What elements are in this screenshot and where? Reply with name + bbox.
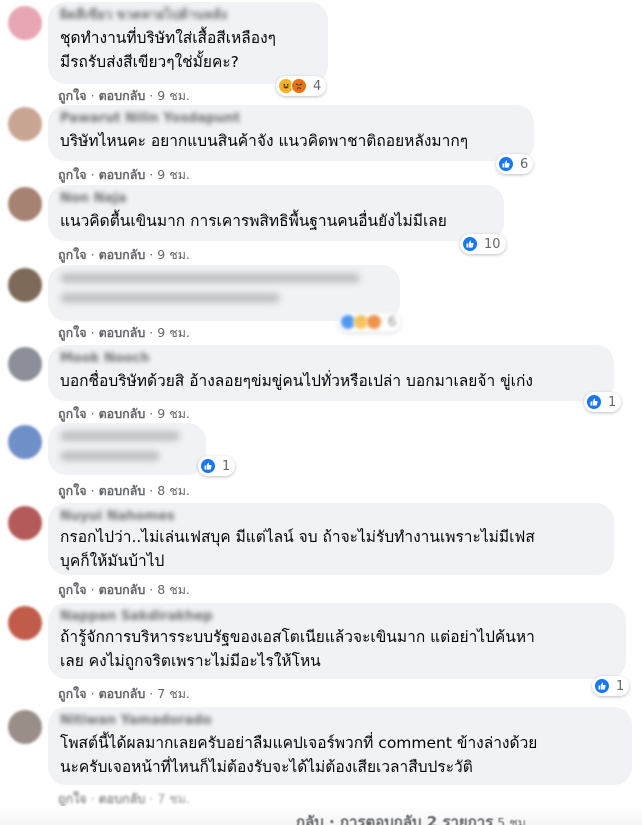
avatar[interactable] <box>8 268 42 302</box>
comment-text: โพสต์นี้ได้ผลมากเลยครับอย่าลืมแคปเจอร์พว… <box>60 734 538 776</box>
like-reaction-icon <box>462 236 478 252</box>
avatar[interactable] <box>8 606 42 640</box>
more-replies-time: 5 ชม. <box>497 815 530 825</box>
reaction-summary[interactable]: 1 <box>198 456 236 476</box>
avatar[interactable] <box>8 107 42 141</box>
comment-bubble: Mook Nooch บอกชื่อบริษัทด้วยสิ อ้างลอยๆข… <box>48 345 614 401</box>
reaction-count: 6 <box>388 314 397 330</box>
reply-link[interactable]: ตอบกลับ <box>99 406 146 421</box>
comment-bubble: Pawarut Nilin Yosdapunt บริษัทไหนคะ อยาก… <box>48 105 534 161</box>
comment-actions: ถูกใจ · ตอบกลับ · 8 ชม. <box>58 483 190 498</box>
commenter-name[interactable]: Pawarut Nilin Yosdapunt <box>60 111 522 127</box>
comment-time[interactable]: 9 ชม. <box>157 167 190 182</box>
view-more-replies-link[interactable]: กลับ · การตอบกลับ 2 รายการ 5 ชม. <box>296 810 530 825</box>
commenter-name[interactable]: Nappan Sakdirakhep <box>60 609 614 625</box>
commenter-name[interactable]: Non Naja <box>60 191 492 207</box>
comment-text: บอกชื่อบริษัทด้วยสิ อ้างลอยๆข่มขู่คนไปทั… <box>60 372 533 390</box>
blurred-comment-text <box>60 431 180 441</box>
comment-actions: ถูกใจ · ตอบกลับ · 8 ชม. <box>58 582 190 597</box>
like-link[interactable]: ถูกใจ <box>58 483 87 498</box>
like-reaction-icon <box>498 156 514 172</box>
commenter-name[interactable]: Nuyui Nahomes <box>60 509 602 525</box>
commenter-name[interactable]: Nitiwan Yamadorado <box>60 713 620 729</box>
more-replies-label[interactable]: กลับ · การตอบกลับ 2 รายการ <box>296 813 493 825</box>
reply-link[interactable]: ตอบกลับ <box>99 325 146 340</box>
comment-bubble: ผิดสีเขียว ขวดหายไปด้านหลัง ชุดทำงานที่บ… <box>48 2 328 84</box>
comment-text: ชุดทำงานที่บริษัทใส่เสื้อสีเหลืองๆ มีรถร… <box>60 29 276 71</box>
commenter-name[interactable]: Mook Nooch <box>60 351 602 367</box>
like-link[interactable]: ถูกใจ <box>58 686 87 701</box>
avatar[interactable] <box>8 187 42 221</box>
comment-time[interactable]: 9 ชม. <box>157 406 190 421</box>
reply-link[interactable]: ตอบกลับ <box>99 791 146 806</box>
avatar[interactable] <box>8 710 42 744</box>
avatar[interactable] <box>8 506 42 540</box>
comment-bubble: Nitiwan Yamadorado โพสต์นี้ได้ผลมากเลยคร… <box>48 707 632 785</box>
comment-actions: ถูกใจ · ตอบกลับ · 7 ชม. <box>58 686 190 701</box>
reaction-count: 6 <box>520 156 529 172</box>
comment-time[interactable]: 7 ชม. <box>157 791 190 806</box>
reply-link[interactable]: ตอบกลับ <box>99 88 146 103</box>
avatar[interactable] <box>8 6 42 40</box>
comment-text: แนวคิดตื้นเขินมาก การเคารพสิทธิพื้นฐานคน… <box>60 212 447 230</box>
like-reaction-icon <box>200 458 216 474</box>
reaction-summary[interactable]: 6 <box>496 154 534 174</box>
comment-actions: ถูกใจ · ตอบกลับ · 9 ชม. <box>58 247 190 262</box>
blurred-comment-text <box>60 293 280 303</box>
like-link[interactable]: ถูกใจ <box>58 325 87 340</box>
avatar[interactable] <box>8 347 42 381</box>
comment-text: ถ้ารู้จักการบริหารระบบรัฐของเอสโตเนียแล้… <box>60 628 535 670</box>
comment-time[interactable]: 8 ชม. <box>157 483 190 498</box>
comment-text: บริษัทไหนคะ อยากแบนสินค้าจัง แนวคิดพาชาต… <box>60 132 469 150</box>
like-link[interactable]: ถูกใจ <box>58 582 87 597</box>
reaction-summary[interactable]: 1 <box>584 392 622 412</box>
commenter-name[interactable]: ผิดสีเขียว ขวดหายไปด้านหลัง <box>60 8 316 24</box>
comment-bubble: Non Naja แนวคิดตื้นเขินมาก การเคารพสิทธิ… <box>48 185 504 241</box>
reaction-count: 4 <box>313 78 322 94</box>
reaction-count: 10 <box>484 236 501 252</box>
angry-reaction-icon <box>291 78 307 94</box>
comment-time[interactable]: 8 ชม. <box>157 582 190 597</box>
reply-link[interactable]: ตอบกลับ <box>99 247 146 262</box>
comment-time[interactable]: 7 ชม. <box>157 686 190 701</box>
reply-link[interactable]: ตอบกลับ <box>99 582 146 597</box>
reaction-summary[interactable]: 1 <box>592 676 630 696</box>
reply-link[interactable]: ตอบกลับ <box>99 686 146 701</box>
comment-bubble <box>48 423 206 475</box>
angry-reaction-icon <box>366 314 382 330</box>
comment-text: กรอกไปว่า..ไม่เล่นเฟสบุค มีแต่ไลน์ จบ ถ้… <box>60 528 535 570</box>
like-reaction-icon <box>586 394 602 410</box>
reaction-count: 1 <box>222 458 231 474</box>
like-link[interactable]: ถูกใจ <box>58 88 87 103</box>
like-reaction-icon <box>594 678 610 694</box>
reaction-summary[interactable]: 10 <box>460 234 506 254</box>
blurred-comment-text <box>60 273 360 283</box>
like-link[interactable]: ถูกใจ <box>58 406 87 421</box>
comment-actions: ถูกใจ · ตอบกลับ · 9 ชม. <box>58 88 190 103</box>
reaction-summary[interactable]: 6 <box>338 312 402 332</box>
comment-actions: ถูกใจ · ตอบกลับ · 9 ชม. <box>58 325 190 340</box>
comment-bubble: Nuyui Nahomes กรอกไปว่า..ไม่เล่นเฟสบุค ม… <box>48 503 614 575</box>
comment-time[interactable]: 9 ชม. <box>157 88 190 103</box>
reaction-count: 1 <box>616 678 625 694</box>
reaction-summary[interactable]: 4 <box>276 76 327 96</box>
like-link[interactable]: ถูกใจ <box>58 167 87 182</box>
comment-time[interactable]: 9 ชม. <box>157 325 190 340</box>
reply-link[interactable]: ตอบกลับ <box>99 167 146 182</box>
comment-bubble: Nappan Sakdirakhep ถ้ารู้จักการบริหารระบ… <box>48 603 626 679</box>
comment-time[interactable]: 9 ชม. <box>157 247 190 262</box>
reply-link[interactable]: ตอบกลับ <box>99 483 146 498</box>
reaction-count: 1 <box>608 394 617 410</box>
blurred-comment-text <box>60 451 160 461</box>
avatar[interactable] <box>8 425 42 459</box>
like-link[interactable]: ถูกใจ <box>58 791 87 806</box>
like-link[interactable]: ถูกใจ <box>58 247 87 262</box>
comment-actions: ถูกใจ · ตอบกลับ · 9 ชม. <box>58 167 190 182</box>
comment-actions: ถูกใจ · ตอบกลับ · 9 ชม. <box>58 406 190 421</box>
